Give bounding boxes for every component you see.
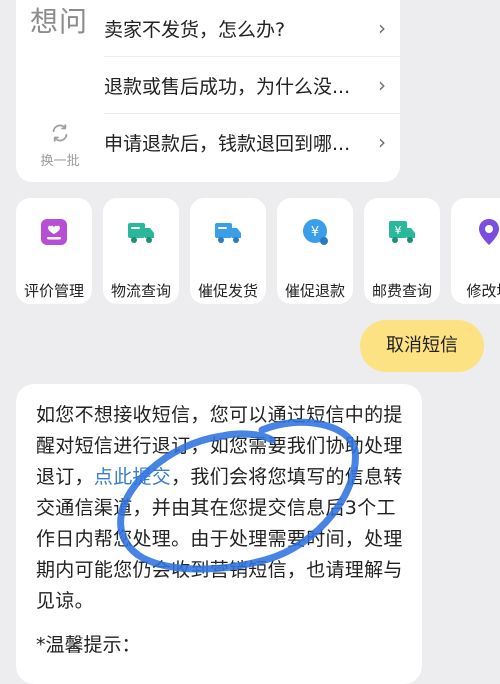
action-label: 物流查询: [110, 282, 171, 300]
refresh-label: 换一批: [40, 154, 80, 169]
faq-title: 想问: [30, 5, 89, 38]
submit-link[interactable]: 点此提交: [94, 466, 171, 488]
svg-text:¥: ¥: [311, 225, 319, 240]
action-modify-address[interactable]: 修改地: [451, 198, 500, 304]
action-label: 催促发货: [197, 282, 258, 300]
truck-icon: [128, 223, 154, 243]
yen-truck-icon: ¥: [389, 221, 415, 243]
faq-item-text: 卖家不发货，怎么办?: [104, 18, 286, 41]
faq-item-text: 申请退款后，钱款退回到哪...: [104, 132, 351, 155]
refresh-button[interactable]: 换一批: [16, 122, 104, 169]
faq-item[interactable]: 卖家不发货，怎么办? ›: [104, 0, 400, 57]
action-label: 修改地: [466, 282, 500, 300]
faq-card: 想问 换一批 卖家不发货，怎么办? › 退款或售后成功，为什么没... › 申请…: [16, 0, 400, 182]
location-icon: [479, 219, 499, 245]
faq-item-text: 退款或售后成功，为什么没...: [104, 75, 351, 98]
action-urge-refund[interactable]: ¥ 催促退款: [277, 198, 353, 304]
chevron-right-icon: ›: [378, 130, 386, 154]
action-postage-query[interactable]: ¥ 邮费查询: [364, 198, 440, 304]
yen-refund-icon: ¥: [303, 219, 328, 245]
svg-text:¥: ¥: [395, 224, 402, 237]
quick-actions: 评价管理 物流查询 催促发货 ¥ 催促退款 ¥ 邮费查询 修改: [16, 198, 500, 304]
action-review-management[interactable]: 评价管理: [16, 198, 92, 304]
faq-item[interactable]: 退款或售后成功，为什么没... ›: [104, 57, 400, 114]
action-label: 邮费查询: [371, 282, 432, 300]
chevron-right-icon: ›: [378, 16, 386, 40]
faq-list: 卖家不发货，怎么办? › 退款或售后成功，为什么没... › 申请退款后，钱款退…: [104, 0, 400, 170]
action-logistics-query[interactable]: 物流查询: [103, 198, 179, 304]
cancel-sms-button[interactable]: 取消短信: [360, 320, 484, 372]
message-text: 如您不想接收短信，您可以通过短信中的提醒对短信进行退订，如您需要我们协助处理退订…: [36, 400, 406, 617]
action-label: 催促退款: [284, 282, 345, 300]
truck-icon: [215, 223, 241, 243]
action-urge-shipping[interactable]: 催促发货: [190, 198, 266, 304]
review-icon: [41, 219, 67, 245]
warm-tip-label: *温馨提示：: [36, 634, 141, 656]
message-bubble: 如您不想接收短信，您可以通过短信中的提醒对短信进行退订，如您需要我们协助处理退订…: [16, 384, 422, 684]
faq-side: 想问 换一批: [16, 0, 104, 182]
action-label: 评价管理: [23, 282, 84, 300]
refresh-icon: [52, 124, 68, 142]
faq-item[interactable]: 申请退款后，钱款退回到哪... ›: [104, 114, 400, 170]
chevron-right-icon: ›: [378, 73, 386, 97]
